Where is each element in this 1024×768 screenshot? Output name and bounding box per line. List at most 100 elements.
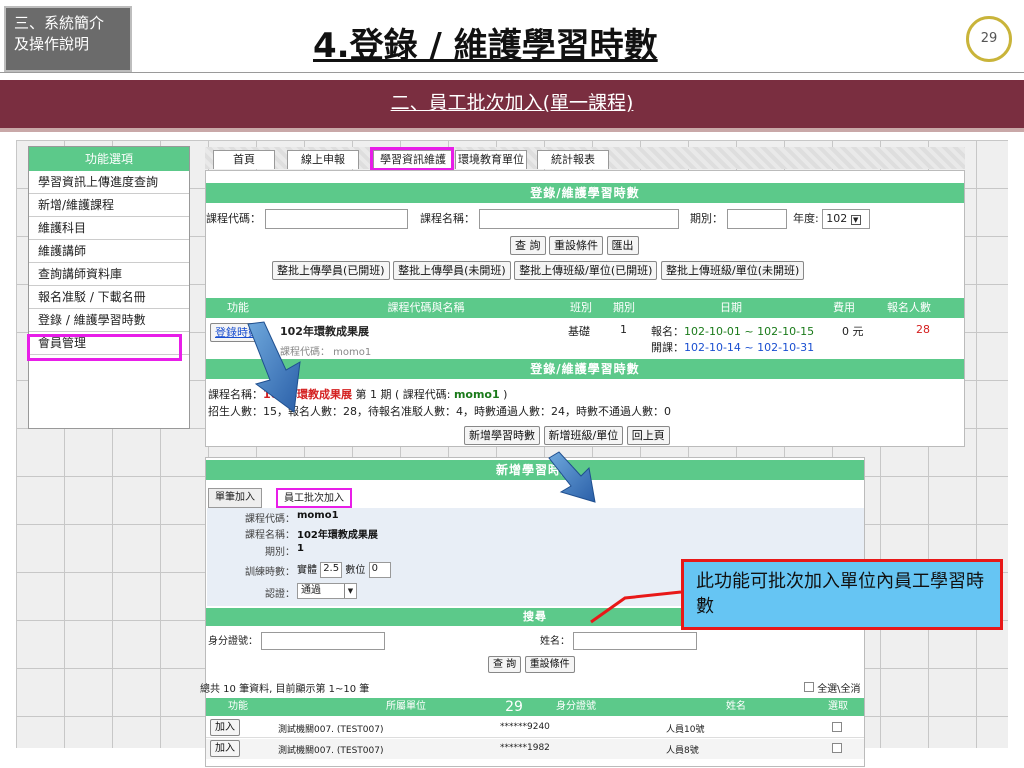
export-button[interactable]: 匯出 [606, 236, 639, 255]
panel-title: 登錄/維護學習時數 [206, 183, 964, 203]
menu-highlight [27, 334, 182, 361]
divider [0, 72, 1024, 73]
course-code-label: 課程代碼： [206, 212, 261, 225]
period-value: 1 [620, 323, 627, 336]
section-label: 三、系統簡介 及操作說明 [4, 6, 132, 72]
panel-title-2: 登錄/維護學習時數 [206, 359, 964, 379]
info-name-value: 102年環教成果展 [297, 530, 378, 541]
menu-item-signup[interactable]: 報名准駁 / 下載名冊 [29, 286, 189, 309]
table-row: 登錄時數 102年環教成果展 課程代碼： momo1 基礎 1 報名：102-1… [206, 319, 964, 358]
menu-item-subject[interactable]: 維護科目 [29, 217, 189, 240]
course-code-input[interactable] [264, 209, 408, 229]
hours-real-input[interactable]: 2.5 [320, 562, 343, 578]
menu-item-course[interactable]: 新增/維護課程 [29, 194, 189, 217]
tab-highlight [370, 147, 454, 171]
menu-item-hours[interactable]: 登錄 / 維護學習時數 [29, 309, 189, 332]
employee-checkbox[interactable] [832, 722, 842, 732]
query-button[interactable]: 查 詢 [510, 236, 546, 255]
hours-digital-input[interactable]: 0 [368, 562, 391, 578]
person-name-label: 姓名： [540, 636, 570, 647]
cert-value: 通過 [301, 585, 321, 596]
batch-upload-class-open[interactable]: 整批上傳班級/單位(已開班) [514, 261, 658, 280]
chevron-down-icon: ▼ [344, 584, 356, 598]
hours-panel: 登錄/維護學習時數 課程代碼： 課程名稱： 期別： 年度: 102 ▼ 查 詢 … [205, 170, 965, 447]
id-input[interactable] [261, 632, 386, 650]
employee-name: 人員10號 [666, 725, 705, 735]
section-label-line2: 及操作說明 [14, 35, 90, 53]
th-date: 日期 [720, 301, 742, 314]
info-cert-label: 認證： [265, 589, 295, 600]
menu-item-upload-progress[interactable]: 學習資訊上傳進度查詢 [29, 171, 189, 194]
menu-item-lecturer[interactable]: 維護講師 [29, 240, 189, 263]
th-function: 功能 [227, 301, 249, 314]
year-label: 年度: [793, 212, 819, 225]
course-table-header: 功能 課程代碼與名稱 班別 期別 日期 費用 報名人數 [206, 298, 964, 318]
th-emp-unit: 所屬單位 [386, 701, 426, 712]
year-select[interactable]: 102 ▼ [822, 209, 871, 229]
search-query-button[interactable]: 查 詢 [488, 656, 522, 673]
th-course: 課程代碼與名稱 [387, 301, 465, 314]
open-range: 102-10-14 ~ 102-10-31 [684, 341, 815, 354]
th-emp-id: 身分證號 [556, 701, 596, 712]
slide-title: 4.登錄 / 維護學習時數 [313, 26, 658, 66]
banner-title: 二、員工批次加入(單一課程) [390, 92, 634, 114]
open-label: 開課： [651, 341, 684, 354]
info-code-label: 課程代碼： [245, 514, 295, 525]
chevron-down-icon: ▼ [850, 215, 861, 225]
summary-period: 第 1 期 ( 課程代碼: [351, 388, 454, 401]
employee-checkbox[interactable] [832, 743, 842, 753]
page-number: 29 [966, 16, 1012, 62]
th-class: 班別 [570, 301, 592, 314]
person-name-input[interactable] [573, 632, 698, 650]
callout-pointer [590, 590, 682, 624]
info-code-value: momo1 [297, 510, 339, 521]
overlay-page-number: 29 [505, 699, 523, 715]
batch-upload-student-open[interactable]: 整批上傳學員(已開班) [272, 261, 390, 280]
callout-box: 此功能可批次加入單位內員工學習時數 [681, 559, 1003, 630]
th-emp-function: 功能 [228, 701, 248, 712]
fee-value: 0 元 [842, 325, 864, 338]
back-button[interactable]: 回上頁 [626, 426, 670, 445]
th-period: 期別 [613, 301, 635, 314]
add-class-button[interactable]: 新增班級/單位 [543, 426, 624, 445]
employee-unit: 測試機關007. (TEST007) [278, 725, 384, 735]
course-name-label: 課程名稱： [420, 212, 475, 225]
hours-real-label: 實體 [297, 565, 317, 576]
cert-select[interactable]: 通過 ▼ [297, 583, 357, 599]
info-name-label: 課程名稱： [245, 530, 295, 541]
add-employee-button[interactable]: 加入 [210, 740, 240, 757]
menu-header: 功能選項 [29, 147, 189, 171]
total-text: 總共 10 筆資料, 目前顯示第 1~10 筆 [200, 684, 370, 695]
year-value: 102 [826, 212, 848, 225]
menu-item-lecturer-db[interactable]: 查詢講師資料庫 [29, 263, 189, 286]
tab-stats[interactable]: 統計報表 [537, 150, 609, 169]
tab-batch-add[interactable]: 員工批次加入 [276, 488, 352, 508]
reset-button[interactable]: 重設條件 [549, 236, 603, 255]
info-period-label: 期別： [265, 547, 295, 558]
section-label-line1: 三、系統簡介 [14, 14, 105, 32]
tab-env-unit[interactable]: 環境教育單位 [455, 150, 527, 169]
batch-upload-class-unopen[interactable]: 整批上傳班級/單位(未開班) [660, 261, 805, 280]
add-employee-button[interactable]: 加入 [210, 719, 240, 736]
class-type: 基礎 [568, 325, 590, 338]
tab-single-add[interactable]: 單筆加入 [208, 488, 262, 508]
arrow-down-icon [247, 321, 301, 413]
select-all-checkbox[interactable] [804, 682, 814, 692]
add-hours-button[interactable]: 新增學習時數 [464, 426, 540, 445]
arrow-down-icon [548, 451, 596, 503]
th-emp-name: 姓名 [726, 701, 746, 712]
course-name-input[interactable] [478, 209, 679, 229]
info-hours-label: 訓練時數： [245, 567, 295, 578]
employee-unit: 測試機關007. (TEST007) [278, 746, 384, 756]
hours-digital-label: 數位 [345, 565, 366, 576]
period-label: 期別： [690, 212, 723, 225]
signup-count: 28 [916, 323, 930, 336]
period-input[interactable] [726, 209, 787, 229]
employee-name: 人員8號 [666, 746, 699, 756]
tab-home[interactable]: 首頁 [213, 150, 275, 169]
search-reset-button[interactable]: 重設條件 [524, 656, 575, 673]
batch-upload-student-unopen[interactable]: 整批上傳學員(未開班) [393, 261, 511, 280]
info-period-value: 1 [297, 543, 304, 554]
tab-online[interactable]: 線上申報 [287, 150, 359, 169]
signup-range: 102-10-01 ~ 102-10-15 [684, 325, 815, 338]
